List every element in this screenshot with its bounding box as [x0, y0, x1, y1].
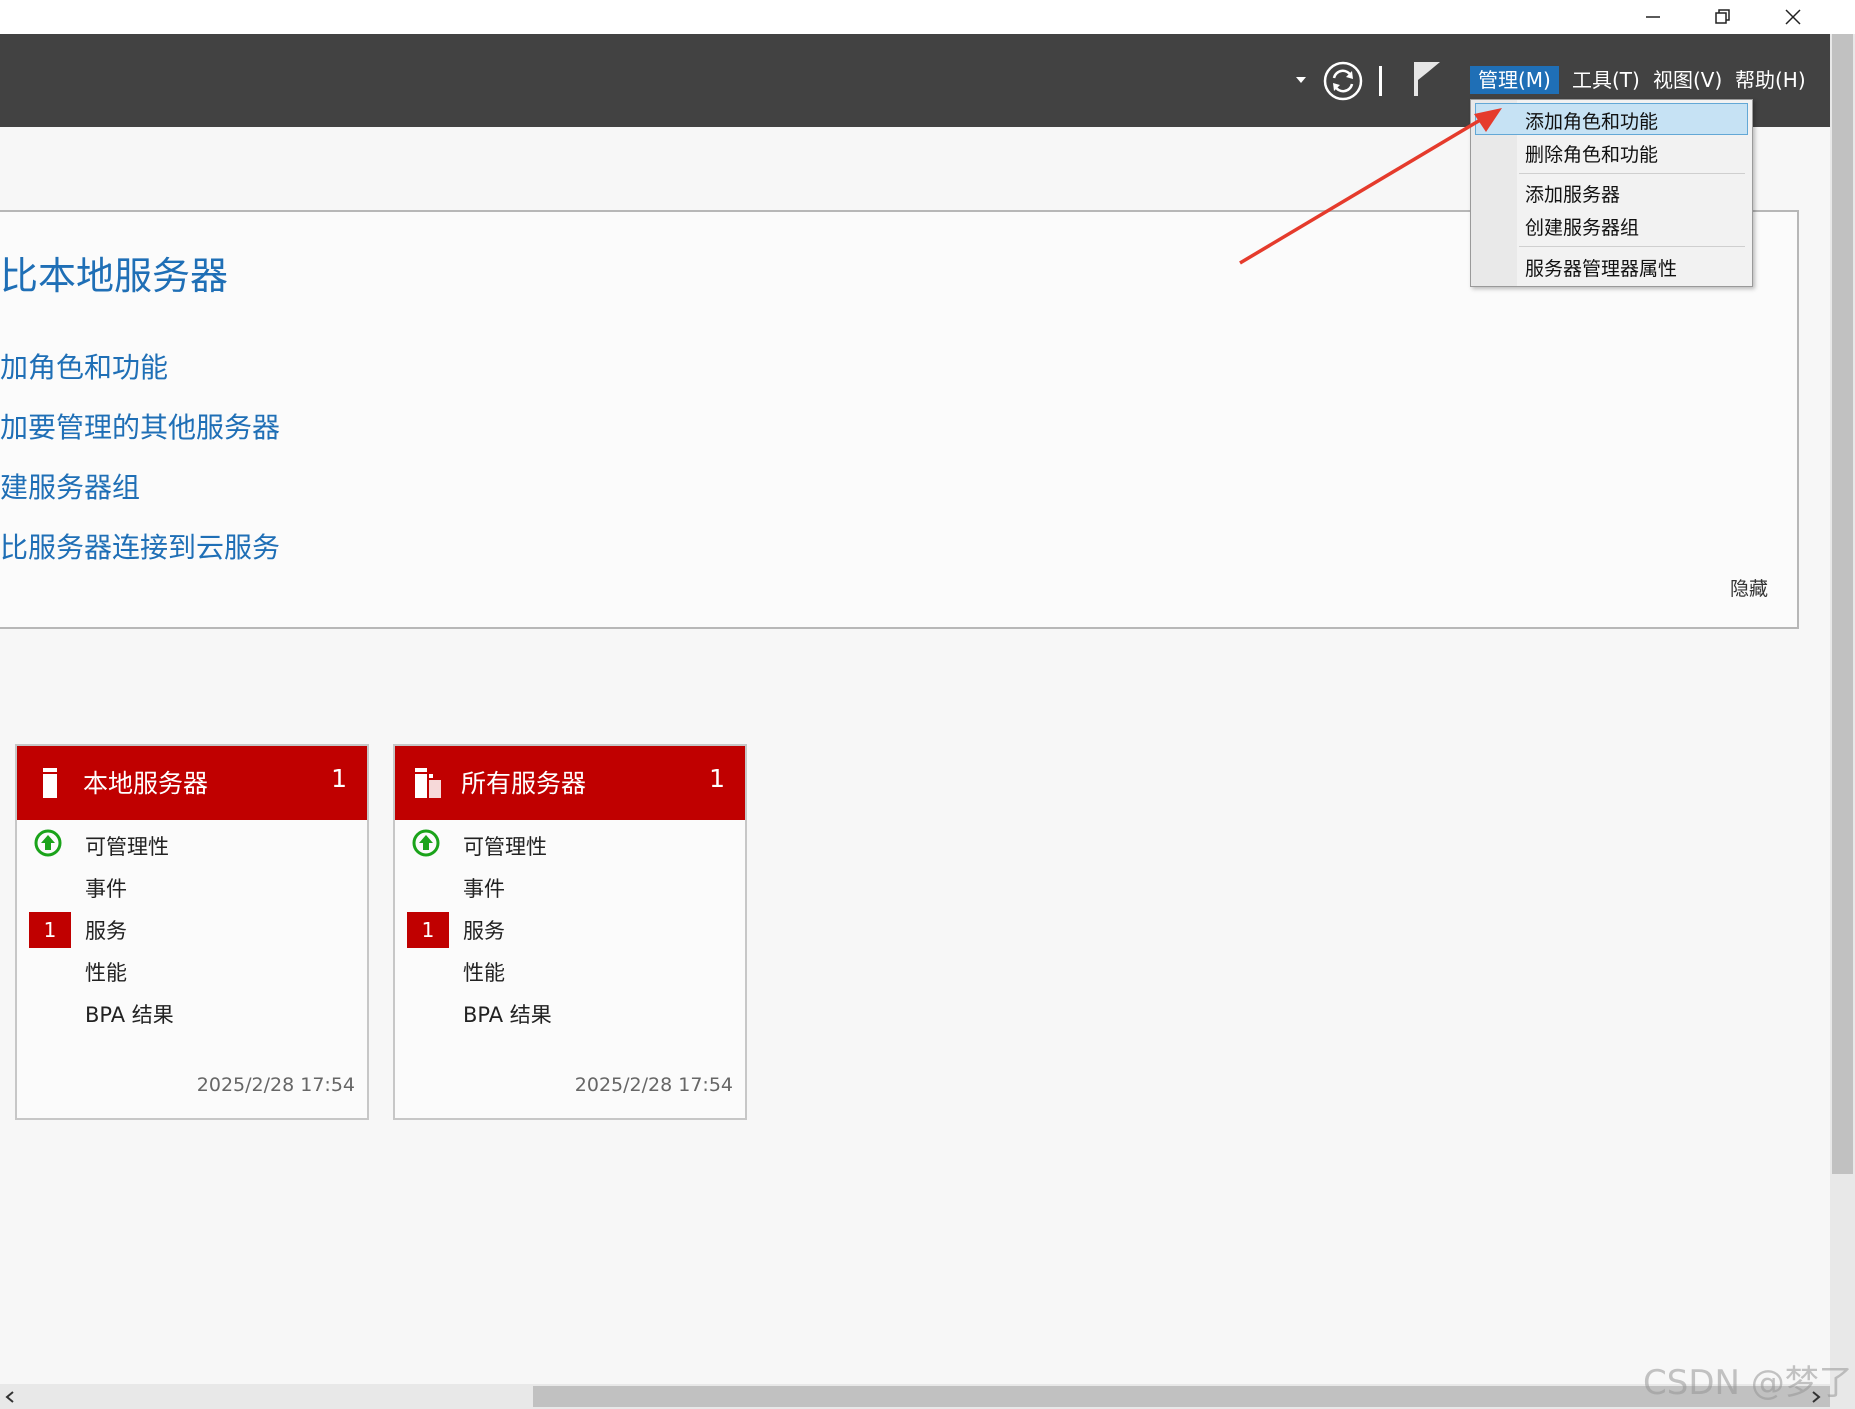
- horizontal-scroll-thumb[interactable]: [533, 1386, 1830, 1407]
- link-create-server-group[interactable]: 建服务器组: [0, 466, 140, 506]
- toolbar-divider: [1379, 66, 1382, 96]
- tile-header: 本地服务器 1: [17, 746, 367, 820]
- status-ok-icon: [34, 829, 62, 857]
- tile-row-bpa[interactable]: BPA 结果: [85, 999, 174, 1029]
- link-add-roles[interactable]: 加角色和功能: [0, 346, 168, 386]
- minimize-button[interactable]: [1618, 0, 1688, 34]
- tile-title: 本地服务器: [83, 769, 209, 798]
- dropdown-caret-icon[interactable]: [1294, 74, 1308, 86]
- minimize-icon: [1646, 16, 1660, 18]
- close-button[interactable]: [1758, 0, 1828, 34]
- panel-heading: 比本地服务器: [0, 254, 229, 298]
- restore-icon: [1715, 9, 1730, 24]
- tile-header: 所有服务器 1: [395, 746, 745, 820]
- restore-button[interactable]: [1688, 0, 1758, 34]
- menu-tools[interactable]: 工具(T): [1572, 66, 1640, 94]
- scroll-left-icon[interactable]: [4, 1390, 16, 1404]
- tile-row-bpa[interactable]: BPA 结果: [463, 999, 552, 1029]
- menu-item-server-manager-properties[interactable]: 服务器管理器属性: [1525, 254, 1677, 281]
- tile-count: 1: [331, 764, 347, 793]
- window-title-bar: [0, 0, 1855, 34]
- tile-badge: 1: [29, 912, 71, 948]
- vertical-scrollbar[interactable]: [1830, 34, 1855, 1409]
- tile-badge: 1: [407, 912, 449, 948]
- watermark: CSDN @梦了: [1643, 1363, 1853, 1403]
- link-connect-cloud[interactable]: 比服务器连接到云服务: [0, 526, 280, 566]
- tile-all-servers[interactable]: 所有服务器 1 可管理性 事件 1 服务 性能 BPA 结果 2025/2/28…: [393, 744, 747, 1120]
- horizontal-scrollbar[interactable]: [0, 1384, 1830, 1409]
- tile-row-events[interactable]: 事件: [85, 873, 127, 903]
- menu-separator: [1519, 173, 1745, 174]
- flag-icon[interactable]: [1410, 58, 1444, 100]
- menu-item-remove-roles[interactable]: 删除角色和功能: [1525, 140, 1658, 167]
- tile-row-services[interactable]: 服务: [463, 915, 505, 945]
- menu-item-create-server-group[interactable]: 创建服务器组: [1525, 213, 1639, 240]
- server-icon: [43, 768, 57, 798]
- menu-item-add-servers[interactable]: 添加服务器: [1525, 180, 1620, 207]
- tile-row-services[interactable]: 服务: [85, 915, 127, 945]
- tile-timestamp: 2025/2/28 17:54: [574, 1074, 733, 1096]
- menu-separator: [1519, 246, 1745, 247]
- link-add-servers[interactable]: 加要管理的其他服务器: [0, 406, 280, 446]
- vertical-scroll-thumb[interactable]: [1832, 34, 1853, 1174]
- status-ok-icon: [412, 829, 440, 857]
- tile-row-performance[interactable]: 性能: [463, 957, 505, 987]
- menu-help[interactable]: 帮助(H): [1735, 66, 1806, 94]
- tile-count: 1: [709, 764, 725, 793]
- tile-timestamp: 2025/2/28 17:54: [196, 1074, 355, 1096]
- hide-link[interactable]: 隐藏: [1730, 574, 1768, 601]
- tile-row-performance[interactable]: 性能: [85, 957, 127, 987]
- menu-item-add-roles[interactable]: 添加角色和功能: [1525, 107, 1658, 134]
- refresh-icon[interactable]: [1322, 60, 1364, 102]
- menu-view[interactable]: 视图(V): [1653, 66, 1722, 94]
- tile-row-manageability[interactable]: 可管理性: [463, 831, 547, 861]
- tile-local-server[interactable]: 本地服务器 1 可管理性 事件 1 服务 性能 BPA 结果 2025/2/28…: [15, 744, 369, 1120]
- menu-manage[interactable]: 管理(M): [1470, 66, 1559, 94]
- tile-title: 所有服务器: [461, 769, 587, 798]
- close-icon: [1785, 9, 1801, 25]
- tile-row-manageability[interactable]: 可管理性: [85, 831, 169, 861]
- servers-icon: [415, 768, 441, 798]
- annotation-arrow-icon: [1239, 108, 1502, 265]
- tile-row-events[interactable]: 事件: [463, 873, 505, 903]
